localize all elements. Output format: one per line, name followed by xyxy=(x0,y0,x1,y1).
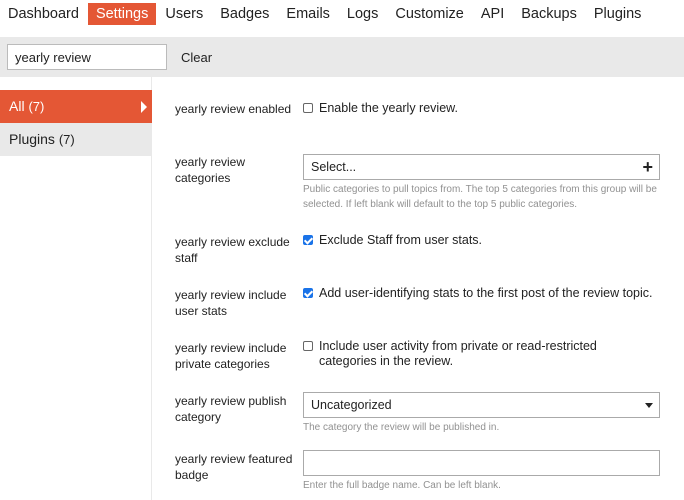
setting-label: yearly review categories xyxy=(175,154,295,186)
setting-label: yearly review include private categories xyxy=(175,340,295,372)
checkbox[interactable] xyxy=(303,103,313,113)
tab-emails[interactable]: Emails xyxy=(278,3,338,25)
tab-plugins[interactable]: Plugins xyxy=(586,3,650,25)
select-value: Uncategorized xyxy=(311,398,392,412)
setting-description: Exclude Staff from user stats. xyxy=(319,233,482,247)
checkbox[interactable] xyxy=(303,341,313,351)
admin-nav: Dashboard Settings Users Badges Emails L… xyxy=(0,3,650,25)
tab-api[interactable]: API xyxy=(473,3,512,25)
setting-exclude-staff-checkbox[interactable]: Exclude Staff from user stats. xyxy=(303,233,482,248)
setting-label: yearly review exclude staff xyxy=(175,234,295,266)
setting-help: Enter the full badge name. Can be left b… xyxy=(303,478,663,493)
setting-include-user-stats-checkbox[interactable]: Add user-identifying stats to the first … xyxy=(303,286,653,301)
sidebar-item-label: Plugins xyxy=(9,131,55,147)
tab-users[interactable]: Users xyxy=(157,3,211,25)
tab-logs[interactable]: Logs xyxy=(339,3,386,25)
sidebar-item-label: All xyxy=(9,98,25,114)
setting-label: yearly review include user stats xyxy=(175,287,295,319)
tab-backups[interactable]: Backups xyxy=(513,3,585,25)
setting-label: yearly review featured badge xyxy=(175,451,295,483)
tab-badges[interactable]: Badges xyxy=(212,3,277,25)
tab-settings[interactable]: Settings xyxy=(88,3,156,25)
setting-description: Add user-identifying stats to the first … xyxy=(319,286,653,300)
tab-customize[interactable]: Customize xyxy=(387,3,472,25)
sidebar-item-plugins[interactable]: Plugins (7) xyxy=(0,123,152,156)
checkbox-checked[interactable] xyxy=(303,288,313,298)
settings-sidebar: All (7) Plugins (7) xyxy=(0,77,152,500)
tab-dashboard[interactable]: Dashboard xyxy=(0,3,87,25)
setting-help: The category the review will be publishe… xyxy=(303,420,663,435)
setting-enabled-checkbox[interactable]: Enable the yearly review. xyxy=(303,101,458,116)
settings-search-input[interactable] xyxy=(7,44,167,70)
publish-category-select[interactable]: Uncategorized xyxy=(303,392,660,418)
select-placeholder: Select... xyxy=(311,160,356,174)
settings-filter-bar: Clear xyxy=(0,37,684,77)
sidebar-item-count: (7) xyxy=(59,132,75,147)
caret-right-icon xyxy=(141,101,147,113)
setting-include-private-checkbox[interactable]: Include user activity from private or re… xyxy=(303,339,658,369)
plus-icon: + xyxy=(642,155,653,179)
sidebar-item-all[interactable]: All (7) xyxy=(0,90,152,123)
setting-description: Include user activity from private or re… xyxy=(319,339,597,368)
setting-description: Enable the yearly review. xyxy=(319,101,458,115)
clear-button[interactable]: Clear xyxy=(181,50,212,65)
featured-badge-input[interactable] xyxy=(303,450,660,476)
sidebar-item-count: (7) xyxy=(28,99,44,114)
checkbox-checked[interactable] xyxy=(303,235,313,245)
setting-label: yearly review enabled xyxy=(175,101,300,117)
setting-label: yearly review publish category xyxy=(175,393,295,425)
categories-multiselect[interactable]: Select... + xyxy=(303,154,660,180)
caret-down-icon xyxy=(645,403,653,408)
setting-help: Public categories to pull topics from. T… xyxy=(303,182,663,212)
